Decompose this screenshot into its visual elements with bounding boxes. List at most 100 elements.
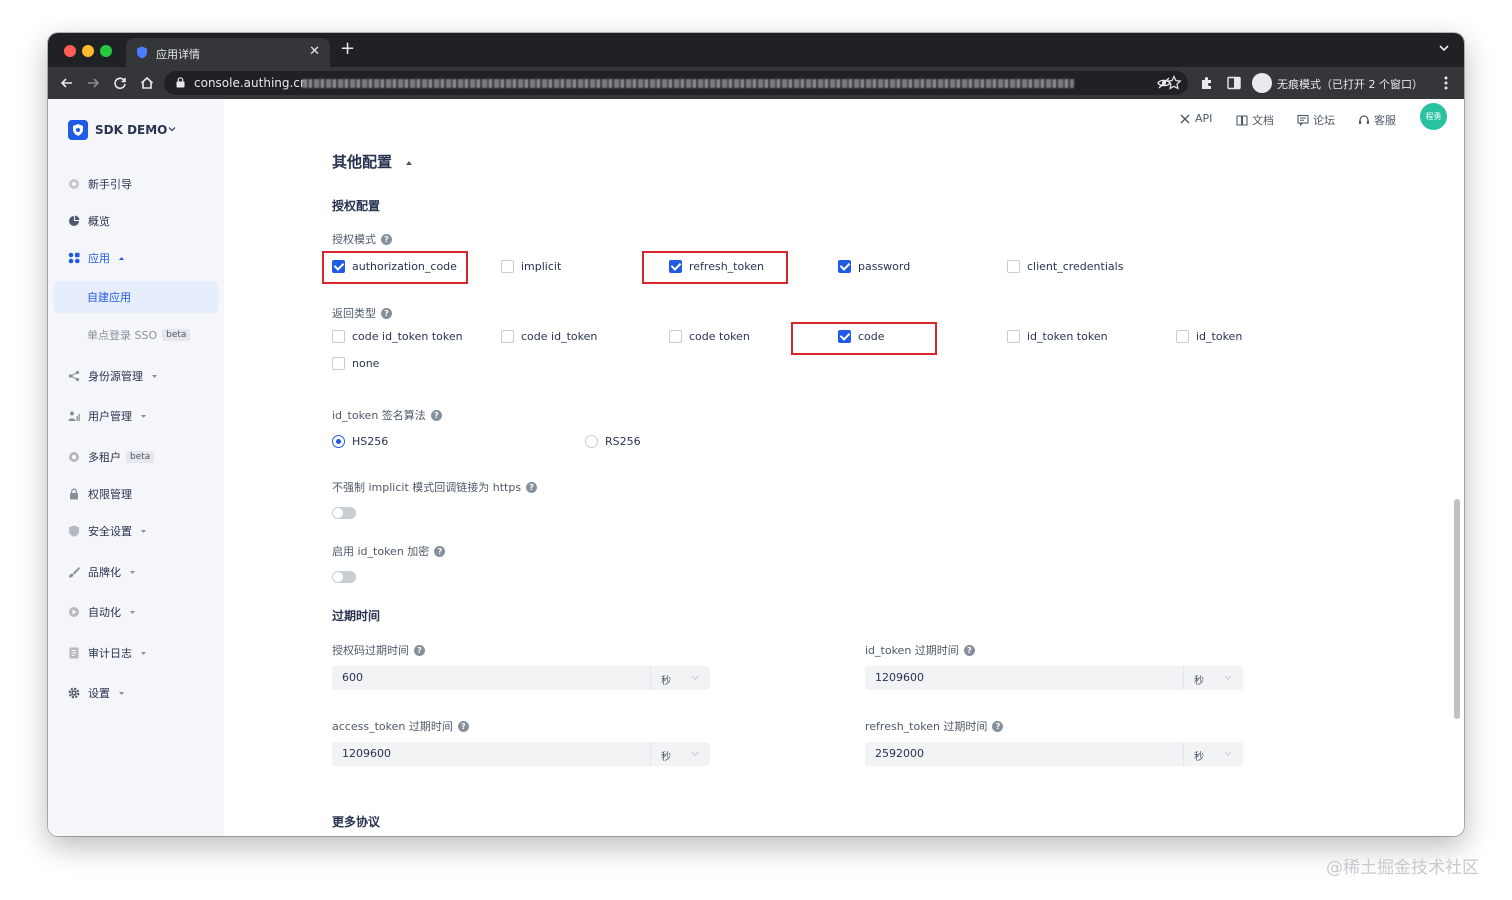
response-code-id-token-checkbox[interactable]: code id_token — [501, 330, 597, 343]
new-tab-button[interactable]: + — [340, 40, 355, 58]
sidebar-subitem-custom-apps[interactable]: 自建应用 — [54, 281, 218, 313]
help-icon[interactable]: ? — [992, 720, 1004, 732]
sidebar-item-permissions[interactable]: 权限管理 — [68, 485, 132, 503]
section-title-other-config[interactable]: 其他配置 — [332, 151, 413, 172]
checkbox-box[interactable] — [1007, 330, 1020, 343]
input-value[interactable]: 2592000 — [875, 747, 924, 760]
sidebar-subitem-label: 单点登录 SSO — [87, 329, 158, 342]
brush-icon — [69, 567, 80, 578]
grant-implicit-checkbox[interactable]: implicit — [501, 260, 561, 273]
forum-icon — [1297, 114, 1309, 126]
tab-search-chevron-icon[interactable] — [1438, 42, 1450, 54]
grant-client-credentials-checkbox[interactable]: client_credentials — [1007, 260, 1123, 273]
implicit-https-toggle[interactable] — [332, 507, 356, 519]
id-token-encrypt-toggle[interactable] — [332, 571, 356, 583]
sidebar-item-label: 权限管理 — [88, 488, 132, 501]
extensions-puzzle-icon[interactable] — [1199, 75, 1215, 91]
browser-menu-icon[interactable] — [1444, 75, 1448, 91]
topbar-support-link[interactable]: 客服 — [1358, 112, 1396, 128]
browser-tab[interactable]: 应用详情 ✕ — [126, 38, 330, 67]
user-avatar[interactable]: 程勇 — [1420, 103, 1447, 130]
sign-alg-rs256-radio[interactable]: RS256 — [585, 435, 641, 448]
help-icon[interactable]: ? — [457, 720, 469, 732]
sign-alg-hs256-radio[interactable]: HS256 — [332, 435, 388, 448]
grant-password-checkbox[interactable]: password — [838, 260, 910, 273]
id-token-expiry-input[interactable]: 1209600 秒 — [865, 666, 1243, 690]
checkbox-box[interactable] — [332, 330, 345, 343]
checkbox-box[interactable] — [1007, 260, 1020, 273]
unit-select[interactable]: 秒 — [1183, 666, 1243, 690]
radio-dot[interactable] — [332, 435, 345, 448]
input-value[interactable]: 600 — [342, 671, 363, 684]
topbar-docs-link[interactable]: 文档 — [1236, 112, 1274, 128]
help-icon[interactable]: ? — [381, 307, 392, 319]
checkbox-box[interactable] — [669, 330, 682, 343]
radio-dot[interactable] — [585, 435, 598, 448]
reload-icon[interactable] — [111, 74, 129, 92]
checkbox-box[interactable] — [501, 330, 514, 343]
input-value[interactable]: 1209600 — [342, 747, 391, 760]
auth-code-expiry-input[interactable]: 600 秒 — [332, 666, 710, 690]
input-value[interactable]: 1209600 — [875, 671, 924, 684]
highlight-box-authorization-code — [322, 251, 468, 284]
response-id-token-token-checkbox[interactable]: id_token token — [1007, 330, 1108, 343]
sidebar-item-audit-log[interactable]: 审计日志 — [68, 644, 147, 662]
app-logo-icon[interactable] — [68, 120, 88, 140]
sidebar-item-identity-sources[interactable]: 身份源管理 — [68, 367, 158, 385]
sidebar-item-guide[interactable]: 新手引导 — [68, 175, 132, 193]
response-code-id-token-token-checkbox[interactable]: code id_token token — [332, 330, 463, 343]
back-arrow-icon[interactable] — [58, 74, 76, 92]
response-none-checkbox[interactable]: none — [332, 357, 379, 370]
beta-badge: beta — [162, 329, 191, 341]
app-switcher[interactable]: SDK DEMO — [95, 123, 167, 137]
checkbox-box[interactable] — [838, 260, 851, 273]
unit-select[interactable]: 秒 — [650, 742, 710, 766]
bookmark-star-icon[interactable] — [1166, 75, 1182, 91]
unit-select[interactable]: 秒 — [1183, 742, 1243, 766]
help-icon[interactable]: ? — [434, 545, 446, 557]
topbar-forum-link[interactable]: 论坛 — [1297, 112, 1335, 128]
minimize-window-button[interactable] — [82, 45, 94, 57]
label-text: refresh_token 过期时间 — [865, 720, 988, 733]
help-icon[interactable]: ? — [430, 409, 442, 421]
sidebar-item-overview[interactable]: 概览 — [68, 212, 110, 230]
sidebar-item-apps[interactable]: 应用 — [68, 249, 125, 267]
refresh-token-expiry-input[interactable]: 2592000 秒 — [865, 742, 1243, 766]
address-bar[interactable]: console.authing.cn — [164, 71, 1188, 95]
sidebar-item-label: 应用 — [88, 252, 110, 265]
side-panel-icon[interactable] — [1226, 75, 1242, 91]
checkbox-box[interactable] — [501, 260, 514, 273]
checkbox-box[interactable] — [1176, 330, 1189, 343]
sidebar-item-users[interactable]: 用户管理 — [68, 407, 147, 425]
response-id-token-checkbox[interactable]: id_token — [1176, 330, 1242, 343]
checkbox-label: implicit — [521, 260, 562, 273]
chevron-down-icon[interactable] — [168, 125, 176, 133]
sidebar-item-branding[interactable]: 品牌化 — [68, 563, 136, 581]
headset-icon — [1359, 115, 1369, 124]
sidebar-item-security[interactable]: 安全设置 — [68, 522, 147, 540]
help-icon[interactable]: ? — [963, 644, 975, 656]
close-window-button[interactable] — [64, 45, 76, 57]
sidebar-item-multi-tenant[interactable]: 多租户 beta — [68, 448, 155, 466]
scrollbar[interactable] — [1454, 499, 1460, 719]
incognito-icon[interactable] — [1252, 73, 1272, 93]
sidebar-item-settings[interactable]: 设置 — [68, 684, 125, 702]
help-icon[interactable]: ? — [381, 233, 392, 245]
unit-select[interactable]: 秒 — [650, 666, 710, 690]
access-token-expiry-input[interactable]: 1209600 秒 — [332, 742, 710, 766]
help-icon[interactable]: ? — [526, 481, 538, 493]
browser-window: 应用详情 ✕ + console.authing.cn 无痕模式（已打开 2 个… — [48, 33, 1464, 836]
maximize-window-button[interactable] — [100, 45, 112, 57]
browser-toolbar: console.authing.cn 无痕模式（已打开 2 个窗口） — [48, 67, 1464, 99]
sidebar-item-automation[interactable]: 自动化 — [68, 603, 136, 621]
forward-arrow-icon[interactable] — [84, 74, 102, 92]
sidebar-subitem-sso[interactable]: 单点登录 SSO beta — [54, 319, 218, 351]
checkbox-box[interactable] — [332, 357, 345, 370]
help-icon[interactable]: ? — [414, 644, 425, 656]
close-tab-icon[interactable]: ✕ — [309, 44, 320, 59]
incognito-label[interactable]: 无痕模式（已打开 2 个窗口） — [1277, 76, 1423, 92]
topbar-api-link[interactable]: API — [1179, 112, 1212, 125]
sidebar-item-label: 多租户 — [88, 451, 121, 464]
response-code-token-checkbox[interactable]: code token — [669, 330, 750, 343]
home-icon[interactable] — [138, 74, 156, 92]
